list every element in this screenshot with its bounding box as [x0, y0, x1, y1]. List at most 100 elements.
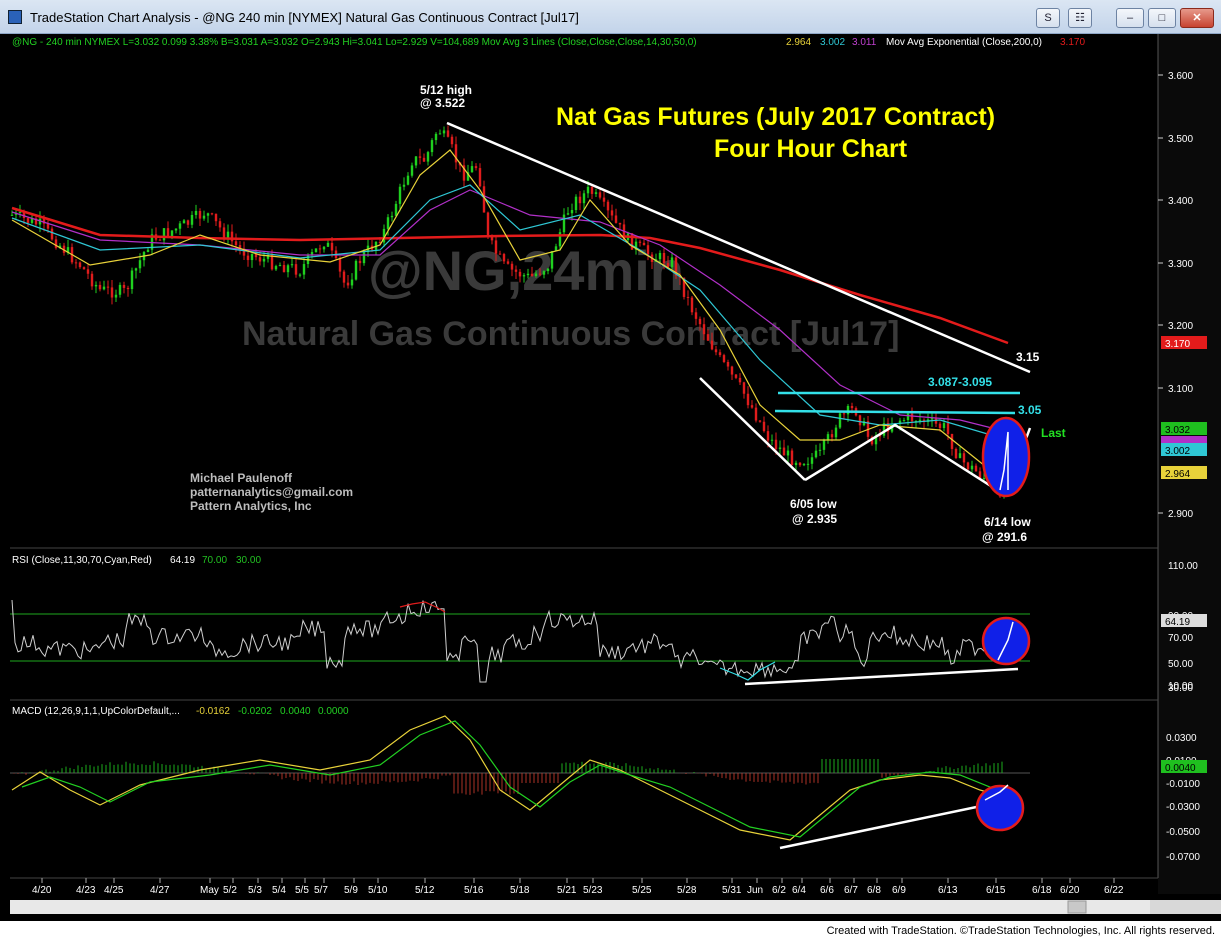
candle-body	[830, 434, 834, 438]
candle-body	[478, 168, 482, 187]
low-605-label-price: @ 2.935	[792, 512, 837, 526]
candle-body	[338, 258, 342, 272]
candle-body	[782, 447, 786, 456]
horizontal-scrollbar[interactable]	[10, 900, 1150, 914]
candle-body	[262, 258, 266, 262]
candle-body	[194, 210, 198, 215]
rsi-axis-label: 10.00	[1168, 681, 1193, 692]
candle-body	[858, 415, 862, 426]
date-axis-label: 5/28	[677, 885, 697, 896]
date-axis-label: 5/12	[415, 885, 435, 896]
candle-body	[18, 211, 22, 213]
candle-body	[910, 413, 914, 422]
candle-body	[946, 423, 950, 434]
candle-body	[982, 477, 986, 479]
date-axis-label: 5/7	[314, 885, 328, 896]
candle-body	[750, 405, 754, 408]
candle-body	[358, 260, 362, 264]
footer-copyright: Created with TradeStation. ©TradeStation…	[826, 925, 1215, 937]
rsi-highlight-circle	[981, 616, 1031, 666]
candle-body	[570, 210, 574, 214]
candle-body	[746, 393, 750, 406]
mav30-price-badge: 3.002	[1165, 446, 1190, 457]
candle-body	[706, 334, 710, 341]
candle-body	[354, 260, 358, 280]
candle-body	[450, 136, 454, 145]
date-axis-label: 6/6	[820, 885, 834, 896]
mav30-value: 3.002	[820, 37, 845, 48]
candle-body	[426, 152, 430, 162]
candle-body	[958, 453, 962, 459]
candle-body	[550, 251, 554, 269]
candle-body	[406, 175, 410, 185]
date-axis-label: 5/3	[248, 885, 262, 896]
candle-body	[786, 450, 790, 456]
candle-body	[966, 462, 970, 470]
candle-body	[438, 133, 442, 135]
candle-body	[606, 201, 610, 211]
candle-body	[342, 271, 346, 283]
candle-body	[614, 215, 618, 223]
candle-body	[658, 253, 662, 260]
high-label-date: 5/12 high	[420, 83, 472, 97]
candle-body	[422, 157, 426, 162]
candle-body	[86, 269, 90, 274]
candle-body	[46, 223, 50, 229]
candle-body	[510, 263, 514, 270]
rsi-header-ob: 70.00	[202, 555, 227, 566]
price-axis-label: 3.500	[1168, 134, 1193, 145]
candle-body	[498, 253, 502, 255]
candle-body	[174, 228, 178, 231]
candle-body	[234, 241, 238, 246]
candle-body	[346, 282, 350, 286]
candle-body	[586, 186, 590, 194]
candle-body	[902, 420, 906, 422]
candle-body	[646, 245, 650, 255]
date-axis-label: 4/20	[32, 885, 52, 896]
candle-body	[402, 184, 406, 187]
candle-body	[822, 440, 826, 450]
scrollbar-thumb[interactable]	[1067, 900, 1087, 914]
candle-body	[274, 266, 278, 270]
candle-body	[146, 249, 150, 253]
ema-label: Mov Avg Exponential (Close,200,0)	[886, 37, 1042, 48]
price-chart-canvas[interactable]: @NG - 240 min NYMEX L=3.032 0.099 3.38% …	[0, 0, 1221, 939]
candle-body	[590, 186, 594, 194]
candle-body	[670, 257, 674, 268]
candle-body	[502, 254, 506, 262]
candle-body	[642, 242, 646, 246]
date-axis-label: 4/23	[76, 885, 96, 896]
candle-body	[446, 130, 450, 137]
high-label-price: @ 3.522	[420, 96, 465, 110]
candle-body	[578, 196, 582, 204]
date-axis-label: 5/5	[295, 885, 309, 896]
candle-body	[610, 210, 614, 216]
macd-axis-label: -0.0700	[1166, 852, 1200, 863]
candle-body	[106, 286, 110, 288]
price-axis-label: 3.300	[1168, 259, 1193, 270]
rsi-value-badge: 64.19	[1165, 617, 1190, 628]
rsi-axis-label: 110.00	[1168, 561, 1198, 572]
macd-header-v2: -0.0202	[238, 706, 272, 717]
candle-body	[806, 463, 810, 465]
candle-body	[754, 407, 758, 421]
candle-body	[98, 284, 102, 290]
macd-value-badge: 0.0040	[1165, 763, 1196, 774]
candle-body	[50, 228, 54, 240]
candle-body	[566, 213, 570, 215]
candle-body	[530, 273, 534, 277]
candle-body	[202, 215, 206, 219]
candle-body	[322, 246, 326, 250]
date-axis-label: 5/31	[722, 885, 742, 896]
date-axis-label: 5/25	[632, 885, 652, 896]
candle-body	[198, 210, 202, 219]
candle-body	[162, 228, 166, 241]
candle-body	[906, 413, 910, 421]
candle-body	[738, 377, 742, 383]
candle-body	[834, 427, 838, 438]
candle-body	[158, 239, 162, 241]
mav14-price-badge: 2.964	[1165, 469, 1190, 480]
level-range-label: 3.087-3.095	[928, 375, 992, 389]
date-axis-label: 4/27	[150, 885, 170, 896]
candle-body	[310, 252, 314, 255]
